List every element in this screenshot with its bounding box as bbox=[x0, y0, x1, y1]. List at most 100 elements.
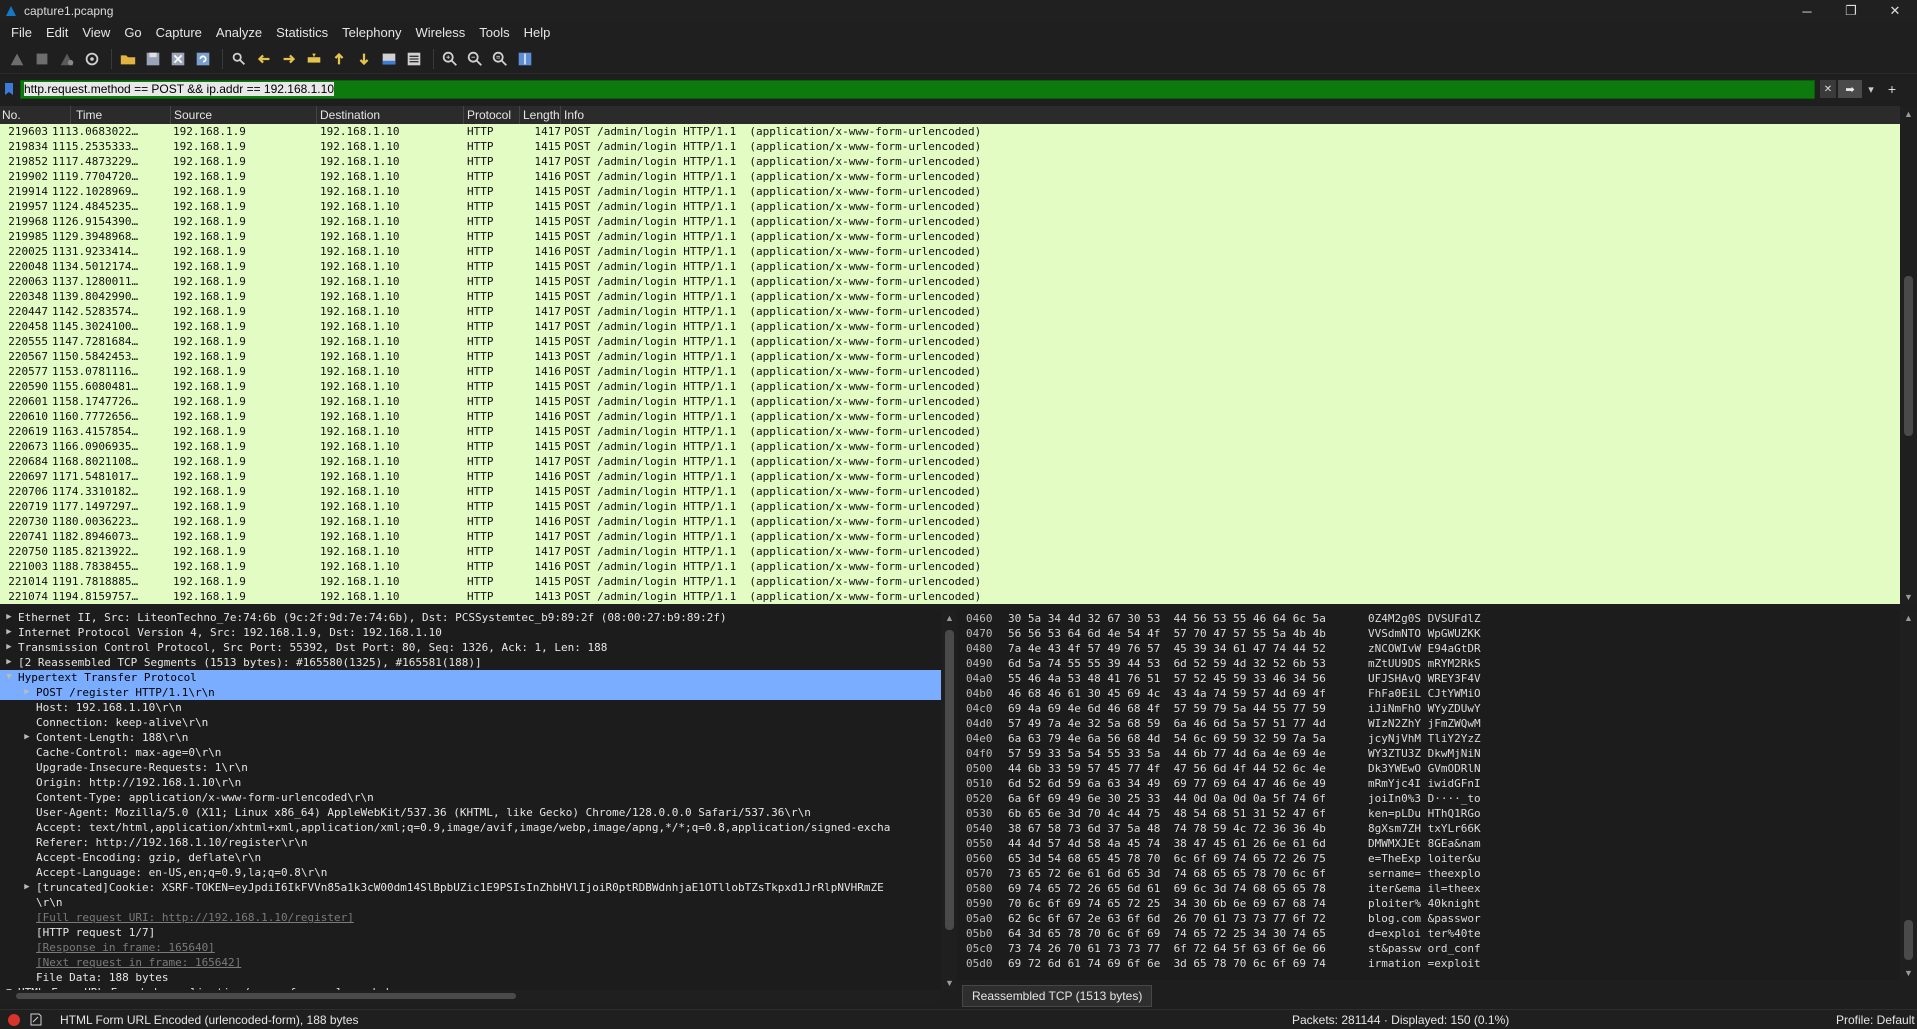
packet-row[interactable]: 220684 1168.8021108… 192.168.1.9 192.168.1.… bbox=[0, 454, 1870, 469]
detail-tree-item[interactable]: \r\n bbox=[0, 895, 941, 910]
packet-row[interactable]: 219603 1113.0683022… 192.168.1.9 192.168.1.… bbox=[0, 124, 1870, 139]
detail-tree-item[interactable]: ▶ Content-Length: 188\r\n bbox=[0, 730, 941, 745]
scroll-thumb[interactable] bbox=[1904, 920, 1913, 960]
packet-row[interactable]: 220719 1177.1497297… 192.168.1.9 192.168.1.… bbox=[0, 499, 1870, 514]
auto-scroll-icon[interactable] bbox=[378, 48, 400, 70]
packet-row[interactable]: 219985 1129.3948968… 192.168.1.9 192.168.1.… bbox=[0, 229, 1870, 244]
maximize-button[interactable]: ❐ bbox=[1829, 0, 1873, 22]
column-header-length[interactable]: Length bbox=[523, 108, 560, 122]
detail-text[interactable]: [Next request in frame: 165642] bbox=[36, 955, 241, 970]
packet-row[interactable]: 220348 1139.8042990… 192.168.1.9 192.168.1.… bbox=[0, 289, 1870, 304]
packet-row[interactable]: 220447 1142.5283574… 192.168.1.9 192.168.1.… bbox=[0, 304, 1870, 319]
status-profile[interactable]: Profile: Default bbox=[1836, 1013, 1915, 1027]
expand-arrow-icon[interactable]: ▶ bbox=[22, 880, 32, 895]
column-header-no[interactable]: No. bbox=[2, 108, 21, 122]
detail-tree-item[interactable]: ▶ Ethernet II, Src: LiteonTechno_7e:74:6b… bbox=[0, 610, 941, 625]
expand-arrow-icon[interactable]: ▶ bbox=[4, 655, 14, 670]
packet-row[interactable]: 219902 1119.7704720… 192.168.1.9 192.168.1.… bbox=[0, 169, 1870, 184]
detail-tree-item[interactable]: ▶ [truncated]Cookie: XSRF-TOKEN=eyJpdiI6I… bbox=[0, 880, 941, 895]
details-scrollbar[interactable]: ▲ ▼ bbox=[941, 610, 955, 990]
packet-row[interactable]: 220458 1145.3024100… 192.168.1.9 192.168.1.… bbox=[0, 319, 1870, 334]
scroll-up-arrow-icon[interactable]: ▲ bbox=[1900, 106, 1917, 121]
scroll-thumb[interactable] bbox=[16, 993, 516, 999]
column-header-info[interactable]: Info bbox=[564, 108, 584, 122]
menu-capture[interactable]: Capture bbox=[149, 22, 209, 44]
details-horizontal-scrollbar[interactable] bbox=[0, 990, 941, 1002]
menu-view[interactable]: View bbox=[75, 22, 117, 44]
packet-row[interactable]: 220063 1137.1280011… 192.168.1.9 192.168.1.… bbox=[0, 274, 1870, 289]
reassembled-tcp-tab[interactable]: Reassembled TCP (1513 bytes) bbox=[962, 985, 1153, 1007]
column-header-time[interactable]: Time bbox=[76, 108, 102, 122]
go-to-packet-icon[interactable] bbox=[303, 48, 325, 70]
zoom-in-icon[interactable] bbox=[439, 48, 461, 70]
column-header-source[interactable]: Source bbox=[174, 108, 212, 122]
packet-row[interactable]: 220730 1180.0036223… 192.168.1.9 192.168.1.… bbox=[0, 514, 1870, 529]
packet-row[interactable]: 220741 1182.8946073… 192.168.1.9 192.168.1.… bbox=[0, 529, 1870, 544]
detail-tree-item[interactable]: ▶ [2 Reassembled TCP Segments (1513 bytes… bbox=[0, 655, 941, 670]
scroll-thumb[interactable] bbox=[945, 630, 954, 930]
open-folder-icon[interactable] bbox=[117, 48, 139, 70]
close-window-button[interactable]: ✕ bbox=[1873, 0, 1917, 22]
detail-text[interactable]: [Response in frame: 165640] bbox=[36, 940, 215, 955]
detail-tree-item[interactable]: Accept-Language: en-US,en;q=0.9,la;q=0.8… bbox=[0, 865, 941, 880]
detail-tree-item[interactable]: ▶ Transmission Control Protocol, Src Port… bbox=[0, 640, 941, 655]
bytes-scrollbar[interactable]: ▲ ▼ bbox=[1900, 610, 1917, 980]
expand-arrow-icon[interactable]: ▶ bbox=[22, 730, 32, 745]
menu-tools[interactable]: Tools bbox=[472, 22, 516, 44]
reload-icon[interactable] bbox=[192, 48, 214, 70]
detail-tree-item[interactable]: [Response in frame: 165640] bbox=[0, 940, 941, 955]
menu-telephony[interactable]: Telephony bbox=[335, 22, 408, 44]
packet-row[interactable]: 220601 1158.1747726… 192.168.1.9 192.168.1.… bbox=[0, 394, 1870, 409]
menu-help[interactable]: Help bbox=[517, 22, 558, 44]
expand-arrow-icon[interactable]: ▶ bbox=[22, 685, 32, 700]
detail-tree-item[interactable]: Host: 192.168.1.10\r\n bbox=[0, 700, 941, 715]
detail-tree-item[interactable]: ▼ Hypertext Transfer Protocol bbox=[0, 670, 941, 685]
packet-row[interactable]: 220706 1174.3310182… 192.168.1.9 192.168.1.… bbox=[0, 484, 1870, 499]
detail-tree-item[interactable]: User-Agent: Mozilla/5.0 (X11; Linux x86_… bbox=[0, 805, 941, 820]
detail-tree-item[interactable]: [HTTP request 1/7] bbox=[0, 925, 941, 940]
menu-edit[interactable]: Edit bbox=[39, 22, 75, 44]
scroll-up-arrow-icon[interactable]: ▲ bbox=[941, 610, 958, 625]
collapse-arrow-icon[interactable]: ▼ bbox=[4, 670, 14, 685]
go-back-icon[interactable] bbox=[253, 48, 275, 70]
scroll-down-arrow-icon[interactable]: ▼ bbox=[1900, 589, 1917, 604]
packet-row[interactable]: 219957 1124.4845235… 192.168.1.9 192.168.1.… bbox=[0, 199, 1870, 214]
display-filter-input[interactable]: http.request.method == POST && ip.addr =… bbox=[20, 80, 1815, 99]
expand-arrow-icon[interactable]: ▶ bbox=[4, 640, 14, 655]
detail-tree-item[interactable]: Upgrade-Insecure-Requests: 1\r\n bbox=[0, 760, 941, 775]
menu-file[interactable]: File bbox=[4, 22, 39, 44]
capture-options-gear-icon[interactable] bbox=[81, 48, 103, 70]
scroll-down-arrow-icon[interactable]: ▼ bbox=[1900, 965, 1917, 980]
packet-row[interactable]: 219852 1117.4873229… 192.168.1.9 192.168.1.… bbox=[0, 154, 1870, 169]
detail-tree-item[interactable]: Referer: http://192.168.1.10/register\r\… bbox=[0, 835, 941, 850]
column-header-protocol[interactable]: Protocol bbox=[467, 108, 511, 122]
save-file-icon[interactable] bbox=[142, 48, 164, 70]
packet-row[interactable]: 219968 1126.9154390… 192.168.1.9 192.168.1.… bbox=[0, 214, 1870, 229]
packet-list-scrollbar[interactable]: ▲ ▼ bbox=[1900, 106, 1917, 604]
detail-tree-item[interactable]: ▶ Internet Protocol Version 4, Src: 192.1… bbox=[0, 625, 941, 640]
packet-row[interactable]: 221003 1188.7838455… 192.168.1.9 192.168.1.… bbox=[0, 559, 1870, 574]
column-header-destination[interactable]: Destination bbox=[320, 108, 380, 122]
capture-comment-icon[interactable] bbox=[30, 1013, 42, 1026]
detail-tree-item[interactable]: Accept: text/html,application/xhtml+xml,… bbox=[0, 820, 941, 835]
packet-row[interactable]: 220025 1131.9233414… 192.168.1.9 192.168.1.… bbox=[0, 244, 1870, 259]
detail-tree-item[interactable]: Content-Type: application/x-www-form-url… bbox=[0, 790, 941, 805]
menu-analyze[interactable]: Analyze bbox=[209, 22, 269, 44]
minimize-button[interactable]: ─ bbox=[1785, 0, 1829, 22]
packet-row[interactable]: 220555 1147.7281684… 192.168.1.9 192.168.1.… bbox=[0, 334, 1870, 349]
colorize-icon[interactable] bbox=[403, 48, 425, 70]
restart-capture-icon[interactable] bbox=[56, 48, 78, 70]
resize-columns-icon[interactable] bbox=[514, 48, 536, 70]
packet-row[interactable]: 219834 1115.2535333… 192.168.1.9 192.168.1.… bbox=[0, 139, 1870, 154]
detail-tree-item[interactable]: Origin: http://192.168.1.10\r\n bbox=[0, 775, 941, 790]
go-first-icon[interactable] bbox=[328, 48, 350, 70]
packet-row[interactable]: 220673 1166.0906935… 192.168.1.9 192.168.1.… bbox=[0, 439, 1870, 454]
detail-tree-item[interactable]: ▶ POST /register HTTP/1.1\r\n bbox=[0, 685, 941, 700]
add-filter-button[interactable]: + bbox=[1884, 80, 1900, 98]
packet-row[interactable]: 221014 1191.7818885… 192.168.1.9 192.168.1.… bbox=[0, 574, 1870, 589]
packet-row[interactable]: 220619 1163.4157854… 192.168.1.9 192.168.1.… bbox=[0, 424, 1870, 439]
filter-bookmark-icon[interactable] bbox=[0, 83, 18, 95]
scroll-thumb[interactable] bbox=[1904, 276, 1913, 436]
packet-row[interactable]: 220697 1171.5481017… 192.168.1.9 192.168.1.… bbox=[0, 469, 1870, 484]
go-last-icon[interactable] bbox=[353, 48, 375, 70]
